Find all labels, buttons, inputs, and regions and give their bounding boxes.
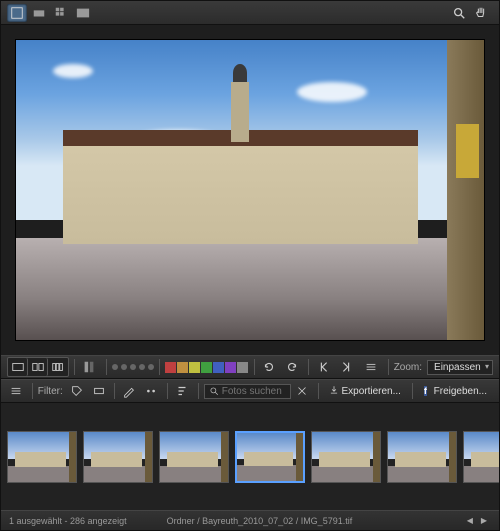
- strip-next-icon[interactable]: ▶: [477, 516, 491, 525]
- layout-3-icon[interactable]: [48, 358, 68, 376]
- zoom-dropdown[interactable]: Einpassen: [427, 360, 493, 375]
- zoom-label: Zoom:: [394, 362, 422, 373]
- facebook-icon: f: [424, 386, 427, 396]
- rotate-cw-icon[interactable]: [282, 358, 301, 376]
- filter-edit-icon[interactable]: [120, 382, 138, 400]
- color-swatch[interactable]: [225, 362, 236, 373]
- share-button[interactable]: f Freigeben...: [418, 383, 493, 399]
- portrait-compare-icon[interactable]: [80, 358, 99, 376]
- thumbnail[interactable]: [159, 431, 229, 483]
- view-split-icon[interactable]: [29, 4, 49, 22]
- next-icon[interactable]: [337, 358, 356, 376]
- filter-label: Filter:: [38, 386, 63, 397]
- toolbar-row-2: Filter: Exportieren... f Freigeben...: [1, 379, 499, 403]
- view-grid-icon[interactable]: [51, 4, 71, 22]
- color-swatch[interactable]: [189, 362, 200, 373]
- filter-tag-icon[interactable]: [68, 382, 86, 400]
- thumbnail[interactable]: [235, 431, 305, 483]
- search-input[interactable]: [222, 386, 286, 397]
- thumbnail[interactable]: [463, 431, 499, 483]
- search-icon: [209, 386, 219, 396]
- toolbar-row-1: Zoom: Einpassen: [1, 355, 499, 379]
- zoom-tool-icon[interactable]: [449, 4, 469, 22]
- thumbnail[interactable]: [7, 431, 77, 483]
- thumbnail[interactable]: [387, 431, 457, 483]
- layout-2-icon[interactable]: [28, 358, 48, 376]
- thumbnail[interactable]: [83, 431, 153, 483]
- options-icon[interactable]: [7, 382, 25, 400]
- hand-tool-icon[interactable]: [471, 4, 491, 22]
- thumbnail[interactable]: [311, 431, 381, 483]
- color-swatch[interactable]: [201, 362, 212, 373]
- color-swatch[interactable]: [177, 362, 188, 373]
- view-single-icon[interactable]: [7, 4, 27, 22]
- preview-pane: [1, 25, 499, 355]
- selection-status: 1 ausgewählt - 286 angezeigt: [9, 516, 127, 526]
- clear-search-icon[interactable]: [293, 382, 311, 400]
- strip-prev-icon[interactable]: ◀: [463, 516, 477, 525]
- rating-dots[interactable]: [112, 364, 154, 370]
- rotate-ccw-icon[interactable]: [260, 358, 279, 376]
- status-bar: 1 ausgewählt - 286 angezeigt Ordner / Ba…: [1, 510, 499, 530]
- filter-label-icon[interactable]: [90, 382, 108, 400]
- color-labels: [165, 362, 249, 373]
- filmstrip: [1, 403, 499, 510]
- search-box: [204, 384, 291, 399]
- color-swatch[interactable]: [165, 362, 176, 373]
- color-swatch[interactable]: [237, 362, 248, 373]
- top-toolbar: [1, 1, 499, 25]
- sort-icon[interactable]: [173, 382, 191, 400]
- path-breadcrumb: Ordner / Bayreuth_2010_07_02 / IMG_5791.…: [167, 516, 353, 526]
- main-photo[interactable]: [15, 39, 485, 341]
- view-fullscreen-icon[interactable]: [73, 4, 93, 22]
- color-swatch[interactable]: [213, 362, 224, 373]
- export-button[interactable]: Exportieren...: [323, 383, 406, 399]
- menu-icon[interactable]: [362, 358, 381, 376]
- prev-icon[interactable]: [314, 358, 333, 376]
- filter-rating-icon[interactable]: [142, 382, 160, 400]
- layout-1-icon[interactable]: [8, 358, 28, 376]
